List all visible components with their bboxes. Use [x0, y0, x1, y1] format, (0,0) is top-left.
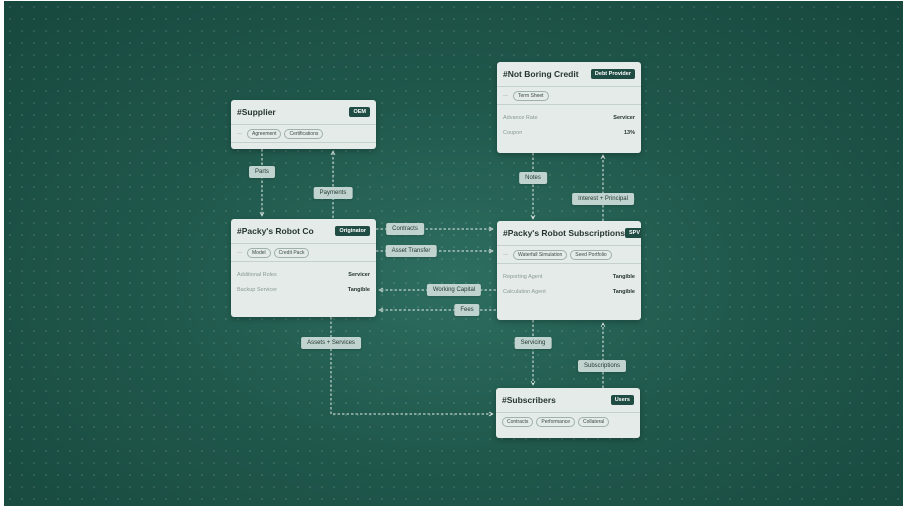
- edge-label-notes[interactable]: Notes: [519, 172, 547, 184]
- role-badge: SPV: [625, 228, 641, 238]
- edge-label-subscriptions[interactable]: Subscriptions: [577, 360, 627, 372]
- edge-label-asset-transfer[interactable]: Asset Transfer: [385, 245, 437, 257]
- property-key: Additional Roles: [237, 271, 277, 278]
- property-key: Coupon: [503, 129, 523, 136]
- edge-assets-services-line: [330, 317, 493, 414]
- role-badge: Originator: [335, 226, 370, 236]
- chip-collateral[interactable]: Collateral: [578, 416, 610, 427]
- node-subscribers[interactable]: #Subscribers Users Contracts Performance…: [496, 388, 640, 438]
- property-key: Backup Servicer: [237, 286, 278, 293]
- edge-label-working-capital[interactable]: Working Capital: [426, 284, 482, 296]
- chip-agreement[interactable]: Agreement: [247, 128, 282, 139]
- role-badge: OEM: [349, 107, 370, 117]
- chip-contracts[interactable]: Contracts: [502, 416, 534, 427]
- dash-marker: —: [237, 249, 242, 256]
- chip-credit-pack[interactable]: Credit Pack: [273, 247, 310, 258]
- property-row: Backup Servicer Tangible: [231, 282, 376, 297]
- node-not-boring-credit[interactable]: #Not Boring Credit Debt Provider — Term …: [497, 62, 641, 153]
- edge-label-servicing[interactable]: Servicing: [514, 337, 552, 349]
- edge-label-contracts[interactable]: Contracts: [386, 223, 424, 235]
- property-value: 13%: [623, 129, 635, 136]
- chip-waterfall-simulation[interactable]: Waterfall Simulation: [513, 249, 568, 260]
- property-row: Additional Roles Servicer: [231, 267, 376, 282]
- property-row: Coupon 13%: [497, 125, 641, 140]
- property-key: Calculation Agent: [503, 288, 546, 295]
- dash-marker: —: [503, 92, 508, 99]
- node-packys-robot-co[interactable]: #Packy's Robot Co Originator — Model Cre…: [231, 219, 376, 317]
- property-row: Reporting Agent Tangible: [497, 269, 641, 284]
- property-value: Tangible: [612, 288, 635, 295]
- node-title: #Packy's Robot Co: [237, 226, 314, 236]
- property-key: Advance Rate: [503, 114, 538, 121]
- edge-label-payments[interactable]: Payments: [313, 187, 353, 199]
- edge-label-interest-principal[interactable]: Interest + Principal: [572, 193, 634, 205]
- property-row: Advance Rate Servicer: [497, 110, 641, 125]
- role-badge: Users: [610, 395, 634, 405]
- node-supplier[interactable]: #Supplier OEM — Agreement Certifications: [231, 100, 376, 149]
- edge-label-parts[interactable]: Parts: [248, 166, 276, 178]
- node-title: #Not Boring Credit: [503, 69, 579, 79]
- node-title: #Supplier: [237, 107, 276, 117]
- property-value: Servicer: [348, 271, 370, 278]
- chip-seed-portfolio[interactable]: Seed Portfolio: [570, 249, 612, 260]
- dash-marker: —: [503, 251, 508, 258]
- property-row: Calculation Agent Tangible: [497, 284, 641, 299]
- edge-label-fees[interactable]: Fees: [454, 304, 480, 316]
- node-title: #Packy's Robot Subscriptions: [503, 228, 625, 238]
- chip-certifications[interactable]: Certifications: [284, 128, 324, 139]
- role-badge: Debt Provider: [590, 69, 635, 79]
- chip-performance[interactable]: Performance: [536, 416, 576, 427]
- edge-label-assets-services[interactable]: Assets + Services: [301, 337, 361, 349]
- chip-model[interactable]: Model: [247, 247, 271, 258]
- property-value: Tangible: [347, 286, 370, 293]
- chip-term-sheet[interactable]: Term Sheet: [513, 90, 549, 101]
- property-value: Servicer: [613, 114, 635, 121]
- connector-layer: [0, 149, 908, 514]
- property-value: Tangible: [612, 273, 635, 280]
- dash-marker: —: [237, 130, 242, 137]
- property-key: Reporting Agent: [503, 273, 543, 280]
- node-packys-robot-subscriptions[interactable]: #Packy's Robot Subscriptions SPV — Water…: [497, 221, 641, 320]
- node-title: #Subscribers: [502, 395, 556, 405]
